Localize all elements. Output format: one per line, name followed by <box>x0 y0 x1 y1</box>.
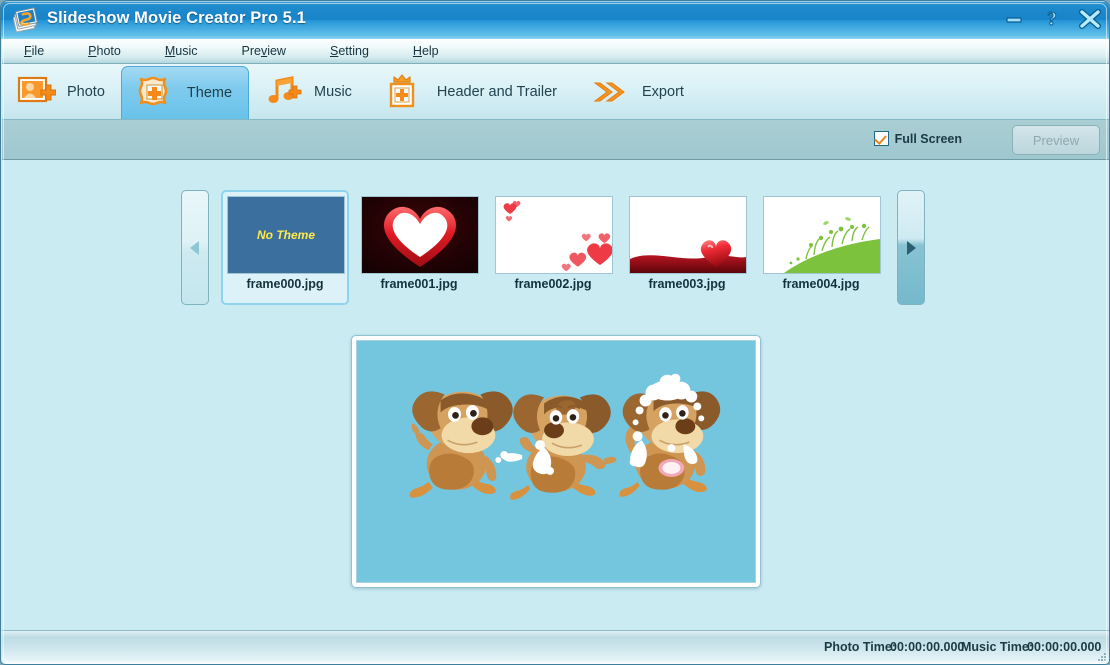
theme-thumb-frame004[interactable]: frame004.jpg <box>757 190 885 305</box>
theme-thumb-caption: frame001.jpg <box>380 277 458 291</box>
preview-button[interactable]: Preview <box>1012 125 1100 155</box>
content-stage: No Theme frame000.jpg frame001.jpg frame… <box>2 160 1109 630</box>
theme-strip: No Theme frame000.jpg frame001.jpg frame… <box>181 190 925 305</box>
photo-add-icon <box>16 73 56 111</box>
theme-scroll-left-button[interactable] <box>181 190 209 305</box>
theme-thumb-image: No Theme <box>227 196 345 274</box>
title-bar: Slideshow Movie Creator Pro 5.1 ? <box>1 1 1109 39</box>
toolbar-item-export[interactable]: Export <box>573 64 700 119</box>
theme-scroll-right-button[interactable] <box>897 190 925 305</box>
header-crown-icon <box>382 73 426 111</box>
status-bar: Photo Time: 00:00:00.000 Music Time: 00:… <box>2 630 1109 664</box>
menu-item-file[interactable]: File <box>24 41 44 61</box>
menu-item-setting[interactable]: Setting <box>330 41 369 61</box>
toolbar-label-header-and-trailer: Header and Trailer <box>436 83 558 100</box>
window-controls: ? <box>1001 4 1103 34</box>
photo-time-label: Photo Time: <box>824 639 896 654</box>
slideshow-app-icon <box>11 6 39 34</box>
music-time-status: Music Time: 00:00:00.000 <box>961 637 1101 656</box>
minimize-icon <box>1006 17 1022 23</box>
theme-thumb-caption: frame003.jpg <box>648 277 726 291</box>
svg-text:?: ? <box>1047 8 1057 30</box>
scroll-left-icon <box>190 240 199 255</box>
export-chevrons-icon <box>587 73 631 111</box>
toolbar-label-music: Music <box>314 83 352 100</box>
no-theme-label: No Theme <box>257 228 315 242</box>
theme-thumb-frame000[interactable]: No Theme frame000.jpg <box>221 190 349 305</box>
fullscreen-label: Full Screen <box>894 131 962 146</box>
window-title: Slideshow Movie Creator Pro 5.1 <box>47 9 306 27</box>
theme-frame-icon <box>136 74 176 112</box>
toolbar-label-theme: Theme <box>186 85 233 101</box>
menu-item-photo[interactable]: Photo <box>88 41 121 61</box>
application-window: Slideshow Movie Creator Pro 5.1 ? File P… <box>0 0 1110 665</box>
toolbar-item-theme[interactable]: Theme <box>120 66 250 119</box>
minimize-button[interactable] <box>1001 6 1027 32</box>
fullscreen-checkbox[interactable]: Full Screen <box>873 131 962 146</box>
checkbox-check-icon <box>873 131 889 146</box>
theme-thumb-frame002[interactable]: frame002.jpg <box>489 190 617 305</box>
menu-item-preview[interactable]: Preview <box>242 41 286 61</box>
resize-grip-icon[interactable] <box>1095 650 1107 662</box>
theme-thumb-image <box>763 196 881 274</box>
menu-item-music[interactable]: Music <box>165 41 198 61</box>
theme-thumb-frame003[interactable]: frame003.jpg <box>623 190 751 305</box>
music-time-label: Music Time: <box>961 639 1034 654</box>
toolbar-item-music[interactable]: Music <box>249 64 368 119</box>
toolbar-item-header-and-trailer[interactable]: Header and Trailer <box>368 64 573 119</box>
main-toolbar: Photo Theme Music Header and Trailer Exp… <box>2 64 1109 120</box>
photo-time-status: Photo Time: 00:00:00.000 <box>824 637 964 656</box>
theme-thumb-caption: frame000.jpg <box>246 277 324 291</box>
close-x-icon <box>1079 9 1101 29</box>
music-time-value: 00:00:00.000 <box>1027 639 1102 654</box>
toolbar-item-photo[interactable]: Photo <box>2 64 121 119</box>
preview-frame <box>351 335 761 588</box>
theme-thumb-image <box>629 196 747 274</box>
theme-thumb-frame001[interactable]: frame001.jpg <box>355 190 483 305</box>
music-add-icon <box>263 73 303 111</box>
menu-bar: File Photo Music Preview Setting Help <box>2 39 1109 64</box>
theme-thumb-caption: frame002.jpg <box>514 277 592 291</box>
help-button[interactable]: ? <box>1039 6 1065 32</box>
photo-time-value: 00:00:00.000 <box>890 639 965 654</box>
help-question-icon: ? <box>1047 8 1058 30</box>
toolbar-label-export: Export <box>642 83 684 100</box>
scroll-right-icon <box>907 240 916 255</box>
theme-thumb-image <box>495 196 613 274</box>
theme-thumb-image <box>361 196 479 274</box>
options-strip: Full Screen Preview <box>2 120 1109 160</box>
theme-thumbnails: No Theme frame000.jpg frame001.jpg frame… <box>221 190 885 305</box>
toolbar-label-photo: Photo <box>67 83 105 100</box>
theme-thumb-caption: frame004.jpg <box>782 277 860 291</box>
preview-image <box>356 340 756 583</box>
close-button[interactable] <box>1077 6 1103 32</box>
menu-item-help[interactable]: Help <box>413 41 439 61</box>
